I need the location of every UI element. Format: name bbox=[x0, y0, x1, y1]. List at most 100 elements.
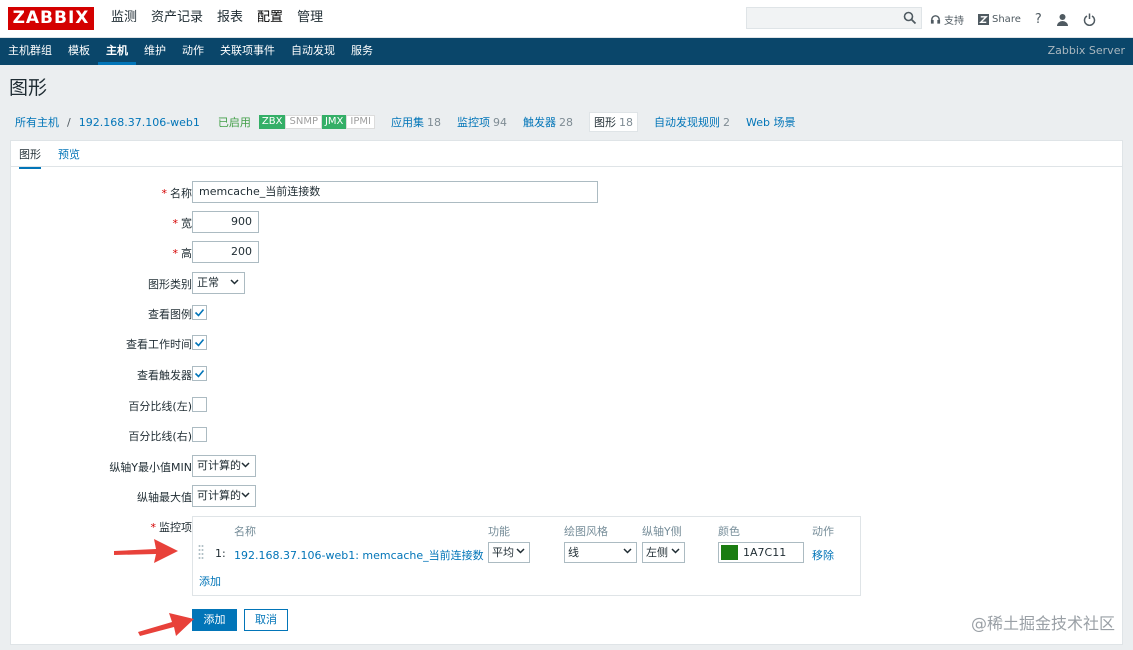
chevron-down-icon bbox=[516, 548, 525, 554]
ymin-label: 纵轴Y最小值MIN bbox=[109, 461, 192, 474]
breadcrumb-all-hosts[interactable]: 所有主机 bbox=[15, 114, 59, 130]
add-item-link[interactable]: 添加 bbox=[199, 573, 221, 589]
checkmark-icon bbox=[194, 338, 205, 347]
menu-configuration[interactable]: 配置 bbox=[250, 0, 290, 38]
nav-triggers-count: 28 bbox=[558, 116, 573, 129]
support-link[interactable]: 支持 bbox=[930, 12, 964, 27]
user-profile-icon[interactable] bbox=[1056, 13, 1069, 26]
row-show-worktime: 查看工作时间 bbox=[11, 332, 1122, 356]
submenu-hosts[interactable]: 主机 bbox=[98, 38, 136, 65]
item-name-link[interactable]: 192.168.37.106-web1: memcache_当前连接数 bbox=[234, 547, 484, 563]
row-width: * 宽 900 bbox=[11, 211, 1122, 235]
height-field[interactable]: 200 bbox=[192, 241, 259, 263]
ymax-label: 纵轴最大值 bbox=[137, 491, 192, 504]
annotation-arrow-items bbox=[114, 539, 178, 563]
sign-out-icon[interactable] bbox=[1083, 13, 1096, 26]
height-label: * 高 bbox=[172, 247, 193, 260]
submenu-services[interactable]: 服务 bbox=[343, 38, 381, 65]
row-show-legend: 查看图例 bbox=[11, 302, 1122, 326]
search-icon[interactable] bbox=[903, 11, 917, 25]
graph-type-select[interactable]: 正常 bbox=[192, 272, 245, 294]
submenu-templates[interactable]: 模板 bbox=[60, 38, 98, 65]
submenu-maintenance[interactable]: 维护 bbox=[136, 38, 174, 65]
menu-monitoring[interactable]: 监测 bbox=[104, 0, 144, 38]
nav-graphs[interactable]: 图形 18 bbox=[588, 112, 638, 132]
header-y-axis-side: 纵轴Y侧 bbox=[642, 525, 682, 538]
chevron-down-icon bbox=[241, 492, 250, 498]
ymin-value: 可计算的 bbox=[197, 459, 241, 472]
y-axis-side-value: 左侧 bbox=[646, 546, 668, 559]
show-legend-label: 查看图例 bbox=[148, 308, 192, 321]
submenu-actions[interactable]: 动作 bbox=[174, 38, 212, 65]
nav-triggers[interactable]: 触发器 28 bbox=[523, 114, 573, 130]
menu-reports[interactable]: 报表 bbox=[210, 0, 250, 38]
nav-triggers-label[interactable]: 触发器 bbox=[523, 116, 556, 129]
percent-left-checkbox[interactable] bbox=[192, 397, 207, 412]
zabbix-logo[interactable]: ZABBIX bbox=[8, 7, 94, 30]
header-action: 动作 bbox=[812, 525, 834, 538]
nav-web-scenarios-label[interactable]: Web 场景 bbox=[746, 116, 795, 129]
nav-web-scenarios[interactable]: Web 场景 bbox=[746, 114, 795, 130]
ymin-select[interactable]: 可计算的 bbox=[192, 455, 256, 477]
color-swatch[interactable] bbox=[721, 545, 738, 560]
server-name: Zabbix Server bbox=[1047, 44, 1125, 57]
show-triggers-checkbox[interactable] bbox=[192, 366, 207, 381]
submenu-host-groups[interactable]: 主机群组 bbox=[0, 38, 60, 65]
y-axis-side-select[interactable]: 左侧 bbox=[642, 542, 685, 563]
form-tabs: 图形 预览 bbox=[11, 141, 1122, 169]
name-field[interactable]: memcache_当前连接数 bbox=[192, 181, 598, 203]
badge-zbx: ZBX bbox=[258, 115, 286, 129]
submenu-discovery[interactable]: 自动发现 bbox=[283, 38, 343, 65]
row-ymin: 纵轴Y最小值MIN 可计算的 bbox=[11, 455, 1122, 479]
nav-discovery-rules-label[interactable]: 自动发现规则 bbox=[654, 116, 720, 129]
main-menu: 监测 资产记录 报表 配置 管理 bbox=[104, 0, 330, 38]
nav-items-count: 94 bbox=[492, 116, 507, 129]
nav-discovery-rules[interactable]: 自动发现规则 2 bbox=[654, 114, 730, 130]
drag-handle-icon[interactable] bbox=[198, 544, 204, 560]
draw-style-select[interactable]: 线 bbox=[564, 542, 637, 563]
menu-administration[interactable]: 管理 bbox=[290, 0, 330, 38]
function-value: 平均 bbox=[492, 546, 514, 559]
share-label: Share bbox=[992, 13, 1021, 25]
percent-right-checkbox[interactable] bbox=[192, 427, 207, 442]
nav-items[interactable]: 监控项 94 bbox=[457, 114, 507, 130]
row-percent-right: 百分比线(右) bbox=[11, 424, 1122, 448]
chevron-down-icon bbox=[241, 462, 250, 468]
show-legend-checkbox[interactable] bbox=[192, 305, 207, 320]
show-worktime-checkbox[interactable] bbox=[192, 335, 207, 350]
breadcrumb-separator: / bbox=[67, 115, 71, 129]
submenu-event-correlation[interactable]: 关联项事件 bbox=[212, 38, 283, 65]
annotation-arrow-add bbox=[138, 613, 194, 636]
remove-item-link[interactable]: 移除 bbox=[812, 547, 834, 563]
color-value[interactable]: 1A7C11 bbox=[743, 546, 786, 559]
header-function: 功能 bbox=[488, 525, 510, 538]
nav-items-label[interactable]: 监控项 bbox=[457, 116, 490, 129]
nav-applications-label[interactable]: 应用集 bbox=[391, 116, 424, 129]
breadcrumb-host[interactable]: 192.168.37.106-web1 bbox=[79, 116, 200, 129]
table-row: 1: 192.168.37.106-web1: memcache_当前连接数 平… bbox=[193, 540, 860, 566]
graph-type-label: 图形类别 bbox=[148, 278, 192, 291]
help-icon[interactable]: ? bbox=[1035, 12, 1042, 27]
tab-graph[interactable]: 图形 bbox=[19, 146, 41, 169]
percent-left-label: 百分比线(左) bbox=[128, 400, 192, 413]
width-field[interactable]: 900 bbox=[192, 211, 259, 233]
chevron-down-icon bbox=[623, 548, 632, 554]
cancel-button[interactable]: 取消 bbox=[244, 609, 288, 631]
ymax-value: 可计算的 bbox=[197, 489, 241, 502]
function-select[interactable]: 平均 bbox=[488, 542, 530, 563]
items-table: 名称 功能 绘图风格 纵轴Y侧 颜色 动作 1: 192.168.37.106-… bbox=[192, 516, 861, 596]
tab-preview[interactable]: 预览 bbox=[58, 146, 80, 162]
header-draw-style: 绘图风格 bbox=[564, 525, 608, 538]
search-input[interactable] bbox=[747, 8, 897, 28]
share-link[interactable]: Share bbox=[978, 13, 1021, 25]
show-triggers-label: 查看触发器 bbox=[137, 369, 192, 382]
row-ymax: 纵轴最大值 可计算的 bbox=[11, 485, 1122, 509]
graph-form-panel: 图形 预览 * 名称 memcache_当前连接数 * 宽 900 * 高 200 图… bbox=[10, 140, 1123, 645]
menu-inventory[interactable]: 资产记录 bbox=[144, 0, 210, 38]
color-picker[interactable]: 1A7C11 bbox=[718, 542, 804, 563]
add-button[interactable]: 添加 bbox=[192, 609, 237, 631]
nav-applications[interactable]: 应用集 18 bbox=[391, 114, 441, 130]
row-show-triggers: 查看触发器 bbox=[11, 363, 1122, 387]
checkmark-icon bbox=[194, 308, 205, 317]
ymax-select[interactable]: 可计算的 bbox=[192, 485, 256, 507]
